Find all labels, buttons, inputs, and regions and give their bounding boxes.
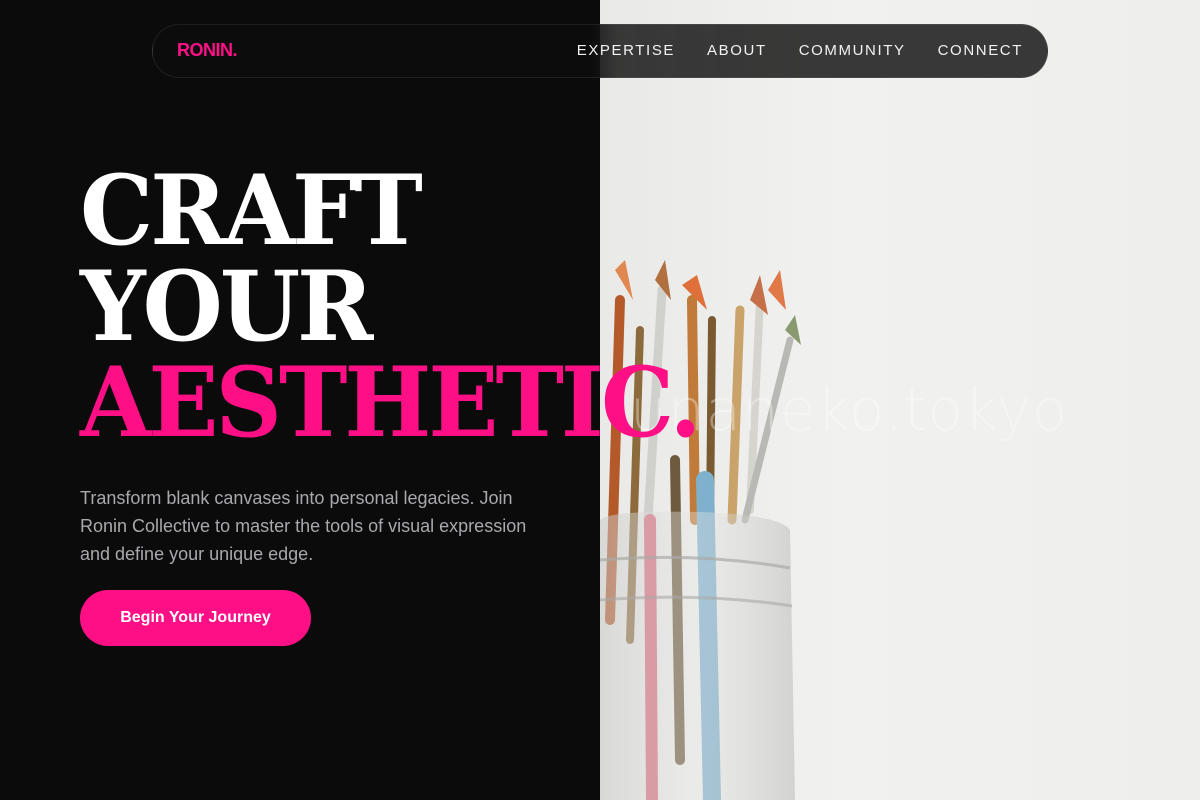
nav-link-about[interactable]: ABOUT: [707, 42, 767, 59]
nav-link-community[interactable]: COMMUNITY: [799, 42, 906, 59]
hero-heading-line-2: YOUR: [80, 249, 374, 364]
nav-link-connect[interactable]: CONNECT: [938, 42, 1023, 59]
hero-heading-line-3: AESTHETIC.: [80, 345, 702, 460]
hero-heading: CRAFT YOUR AESTHETIC.: [80, 153, 702, 453]
begin-journey-button[interactable]: Begin Your Journey: [80, 590, 311, 646]
brand-logo[interactable]: RONIN.: [177, 40, 238, 61]
nav-link-expertise[interactable]: EXPERTISE: [577, 42, 675, 59]
nav-links: EXPERTISE ABOUT COMMUNITY CONNECT: [577, 42, 1023, 59]
hero-heading-line-1: CRAFT: [80, 153, 423, 268]
top-navigation: RONIN. EXPERTISE ABOUT COMMUNITY CONNECT: [152, 24, 1048, 78]
hero-description: Transform blank canvases into personal l…: [80, 488, 527, 564]
